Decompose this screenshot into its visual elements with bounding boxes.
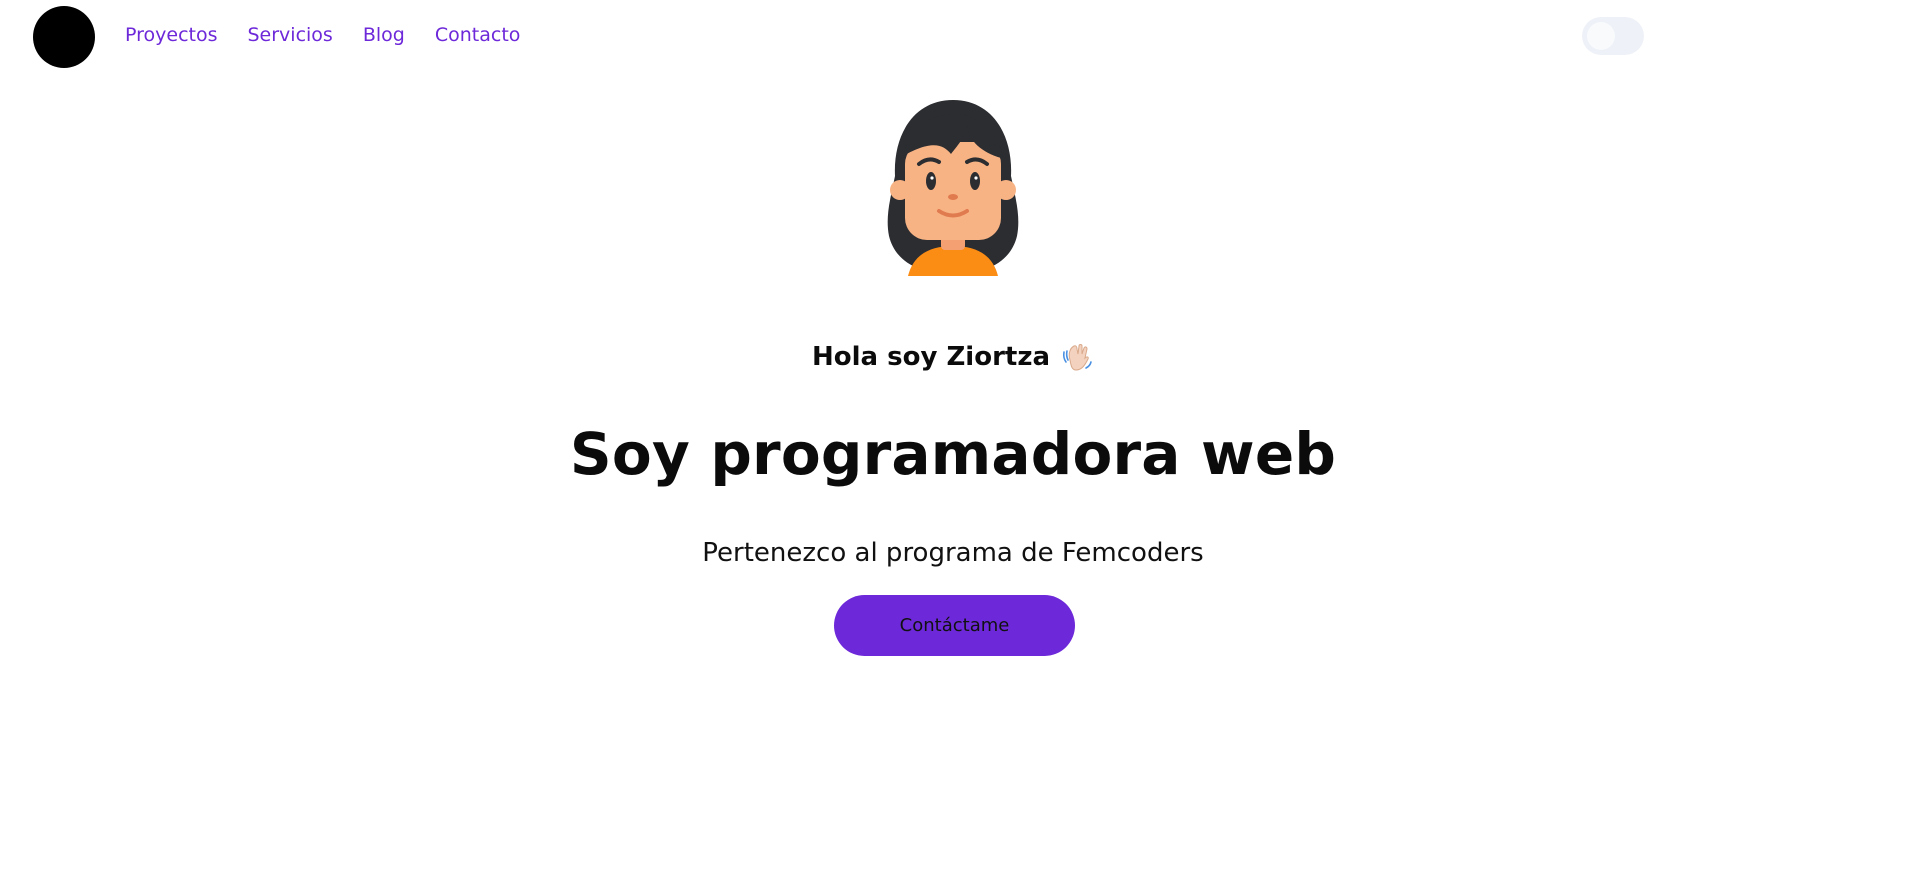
waving-hand-icon [1062, 344, 1092, 371]
greeting: Hola soy Ziortza [0, 340, 1906, 374]
page: Proyectos Servicios Blog Contacto Hola s… [0, 0, 1906, 887]
greeting-text: Hola soy Ziortza [811, 342, 1051, 372]
nav-link-blog[interactable]: Blog [363, 24, 405, 46]
nav-link-servicios[interactable]: Servicios [248, 24, 333, 46]
woman-avatar-icon [887, 100, 1019, 276]
theme-toggle[interactable] [1582, 17, 1644, 55]
hero-subtitle: Pertenezco al programa de Femcoders [702, 538, 1204, 568]
logo-icon[interactable] [33, 6, 95, 68]
toggle-knob [1587, 22, 1615, 50]
hero-headline: Soy programadora web [569, 420, 1337, 488]
nav-link-proyectos[interactable]: Proyectos [125, 24, 218, 46]
contact-me-button[interactable]: Contáctame [834, 595, 1075, 656]
nav-links: Proyectos Servicios Blog Contacto [125, 24, 520, 46]
nav-link-contacto[interactable]: Contacto [435, 24, 521, 46]
top-navbar: Proyectos Servicios Blog Contacto [0, 0, 1906, 74]
